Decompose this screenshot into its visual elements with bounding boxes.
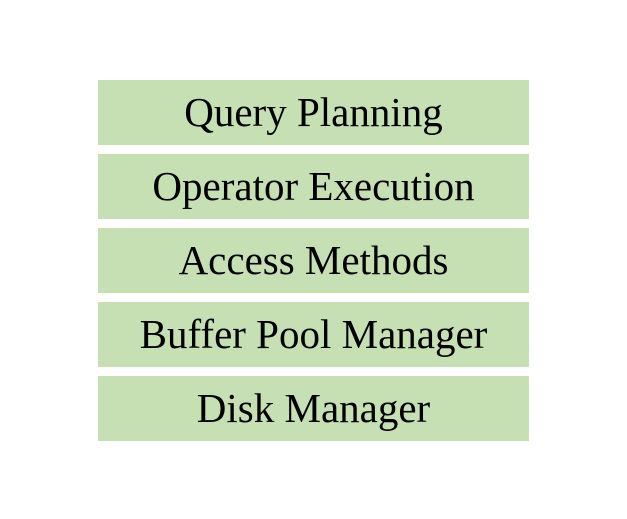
layer-label: Access Methods: [178, 237, 449, 283]
layer-label: Buffer Pool Manager: [139, 311, 488, 357]
layer-stack: Query Planning Operator Execution Access…: [98, 80, 529, 441]
layer-disk-manager: Disk Manager: [98, 376, 529, 441]
layer-operator-execution: Operator Execution: [98, 154, 529, 219]
layer-label: Query Planning: [184, 89, 443, 135]
layer-label: Operator Execution: [152, 163, 475, 209]
layer-buffer-pool-manager: Buffer Pool Manager: [98, 302, 529, 367]
layer-query-planning: Query Planning: [98, 80, 529, 145]
layer-label: Disk Manager: [196, 385, 431, 431]
layer-access-methods: Access Methods: [98, 228, 529, 293]
